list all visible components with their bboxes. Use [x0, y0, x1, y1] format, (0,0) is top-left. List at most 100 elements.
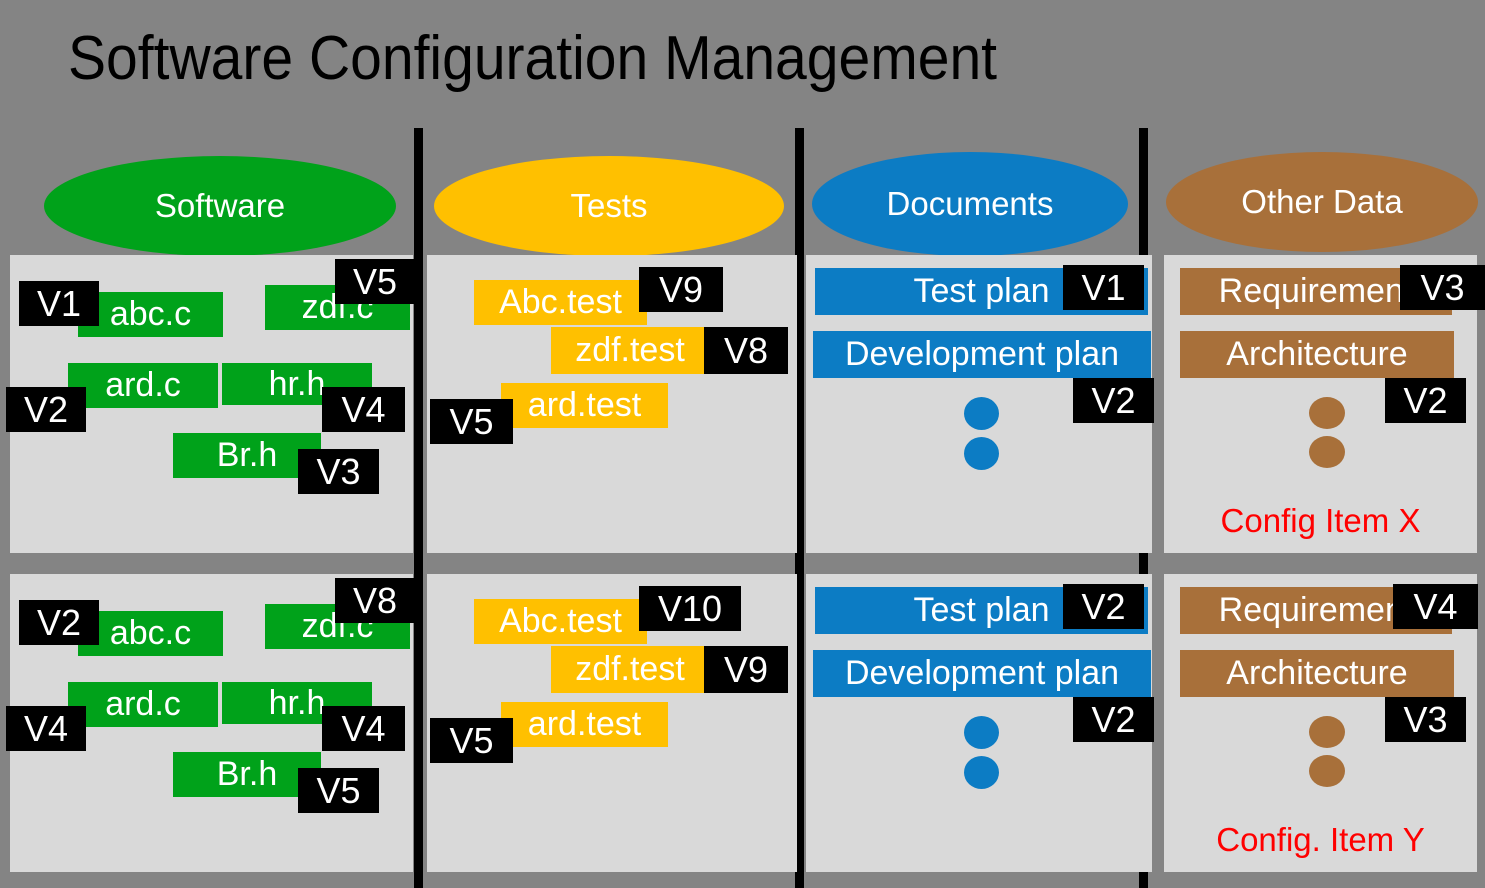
vertical-dots-icon	[1309, 397, 1345, 429]
item-chip[interactable]: ard.test	[501, 702, 668, 747]
vertical-dots-icon	[964, 756, 999, 789]
item-label: Abc.test	[499, 602, 622, 640]
item-label: hr.h	[268, 683, 326, 722]
vertical-dots-icon	[964, 397, 999, 430]
version-badge[interactable]: V5	[298, 768, 379, 813]
vertical-dots-icon	[964, 437, 999, 470]
vertical-dots-icon	[1309, 436, 1345, 468]
version-badge[interactable]: V9	[704, 646, 788, 693]
version-badge[interactable]: V2	[1063, 584, 1144, 629]
version-label: V2	[36, 601, 82, 643]
version-label: V5	[449, 400, 494, 442]
category-label-tests: Tests	[570, 187, 648, 224]
vertical-dots-icon	[1309, 755, 1345, 787]
item-label: zdf.test	[575, 331, 685, 369]
item-chip[interactable]: zdf.test	[551, 646, 709, 693]
item-chip[interactable]: ard.test	[501, 383, 668, 428]
category-ellipse-software[interactable]: Software	[44, 156, 396, 256]
item-chip[interactable]: zdf.test	[551, 327, 709, 374]
version-label: V4	[341, 388, 386, 430]
version-badge[interactable]: V3	[298, 449, 379, 494]
vertical-dots-icon	[1309, 716, 1345, 748]
version-label: V9	[723, 648, 769, 690]
item-label: ard.test	[527, 705, 642, 743]
diagram-canvas: Software Configuration Management Softwa…	[0, 0, 1485, 888]
item-label: Requirement	[1218, 591, 1414, 629]
category-ellipse-documents[interactable]: Documents	[812, 152, 1128, 256]
version-label: V2	[1091, 379, 1136, 421]
version-badge[interactable]: V8	[704, 327, 788, 374]
config-item-caption: Config Item X	[1220, 502, 1421, 539]
version-badge[interactable]: V4	[322, 706, 405, 751]
item-label: ard.test	[527, 386, 642, 424]
item-label: Development plan	[844, 335, 1120, 373]
item-label: Test plan	[913, 272, 1050, 310]
version-badge[interactable]: V2	[6, 387, 86, 432]
version-label: V3	[316, 450, 361, 492]
item-chip[interactable]: Architecture	[1180, 650, 1454, 697]
version-badge[interactable]: V4	[1393, 584, 1478, 629]
item-chip[interactable]: Development plan	[813, 650, 1151, 697]
category-label-software: Software	[154, 187, 286, 224]
version-label: V9	[658, 268, 704, 310]
item-label: abc.c	[109, 614, 192, 652]
version-label: V4	[1413, 585, 1458, 627]
item-label: Test plan	[913, 591, 1050, 629]
item-chip[interactable]: Abc.test	[474, 599, 647, 644]
item-chip[interactable]: Development plan	[813, 331, 1151, 378]
version-label: V3	[1420, 266, 1465, 308]
category-ellipse-other-data[interactable]: Other Data	[1166, 152, 1478, 252]
version-badge[interactable]: V2	[1385, 378, 1466, 423]
version-label: V4	[341, 707, 386, 749]
version-badge[interactable]: V2	[19, 600, 99, 645]
version-badge[interactable]: V2	[1073, 378, 1154, 423]
item-label: Development plan	[844, 654, 1120, 692]
version-badge[interactable]: V8	[335, 578, 415, 623]
version-badge[interactable]: V1	[1063, 265, 1144, 310]
page-title: Software Configuration Management	[68, 24, 998, 93]
version-badge[interactable]: V3	[1400, 265, 1485, 310]
version-label: V5	[352, 260, 398, 302]
item-chip[interactable]: abc.c	[78, 611, 223, 656]
config-item-caption: Config. Item Y	[1216, 821, 1425, 858]
version-label: V2	[1091, 698, 1136, 740]
version-label: V10	[657, 587, 723, 629]
version-label: V2	[23, 388, 69, 430]
item-chip[interactable]: abc.c	[78, 292, 223, 337]
item-label: abc.c	[109, 295, 192, 333]
category-label-other-data: Other Data	[1241, 183, 1403, 220]
version-badge[interactable]: V3	[1385, 697, 1466, 742]
item-chip[interactable]: Abc.test	[474, 280, 647, 325]
version-badge[interactable]: V1	[19, 281, 99, 326]
item-label: ard.c	[105, 685, 181, 723]
vertical-dots-icon	[964, 716, 999, 749]
item-chip[interactable]: ard.c	[68, 682, 218, 727]
item-label: Architecture	[1226, 335, 1408, 373]
version-label: V2	[1081, 585, 1126, 627]
item-label: zdf.test	[575, 650, 685, 688]
item-label: Requirement	[1218, 272, 1414, 310]
version-label: V5	[449, 719, 494, 761]
version-badge[interactable]: V5	[430, 399, 513, 444]
item-chip[interactable]: Architecture	[1180, 331, 1454, 378]
version-label: V5	[316, 769, 361, 811]
version-badge[interactable]: V9	[639, 267, 723, 312]
version-badge[interactable]: V5	[335, 259, 415, 304]
column-divider-1	[414, 128, 423, 888]
version-badge[interactable]: V2	[1073, 697, 1154, 742]
category-ellipse-tests[interactable]: Tests	[434, 156, 784, 256]
item-label: Br.h	[216, 436, 278, 474]
version-label: V4	[23, 707, 69, 749]
version-label: V2	[1403, 379, 1448, 421]
item-chip[interactable]: ard.c	[68, 363, 218, 408]
item-label: Br.h	[216, 755, 278, 793]
item-label: hr.h	[268, 364, 326, 403]
version-badge[interactable]: V4	[322, 387, 405, 432]
item-label: Architecture	[1226, 654, 1408, 692]
version-label: V1	[36, 282, 82, 324]
version-badge[interactable]: V5	[430, 718, 513, 763]
version-badge[interactable]: V4	[6, 706, 86, 751]
version-label: V3	[1403, 698, 1448, 740]
version-badge[interactable]: V10	[639, 586, 741, 631]
version-label: V8	[352, 579, 398, 621]
